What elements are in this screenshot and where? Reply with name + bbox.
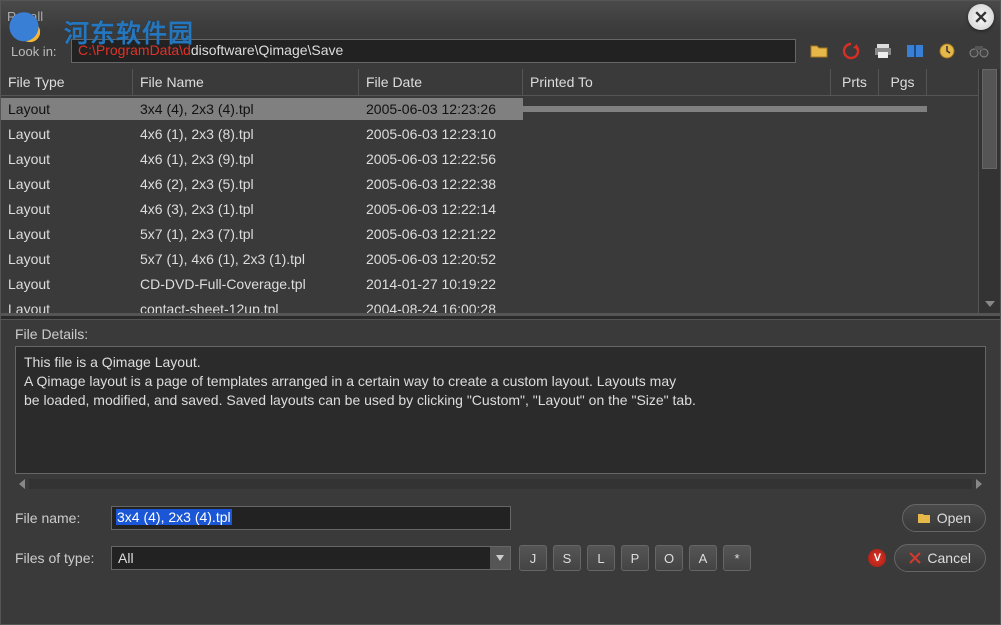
clock-icon[interactable] bbox=[936, 40, 958, 62]
file-details-label: File Details: bbox=[15, 326, 986, 342]
table-row[interactable]: Layout4x6 (1), 2x3 (8).tpl2005-06-03 12:… bbox=[1, 121, 978, 146]
table-row[interactable]: Layout3x4 (4), 2x3 (4).tpl2005-06-03 12:… bbox=[1, 96, 978, 121]
dropdown-icon bbox=[490, 547, 510, 569]
col-pgs[interactable]: Pgs bbox=[879, 69, 927, 95]
col-prts[interactable]: Prts bbox=[831, 69, 879, 95]
filter-letter-l[interactable]: L bbox=[587, 545, 615, 571]
cancel-x-icon bbox=[909, 552, 921, 564]
filter-letter-p[interactable]: P bbox=[621, 545, 649, 571]
col-file-name[interactable]: File Name bbox=[133, 69, 359, 95]
filter-letter-o[interactable]: O bbox=[655, 545, 683, 571]
filter-letter-a[interactable]: A bbox=[689, 545, 717, 571]
table-row[interactable]: Layout4x6 (1), 2x3 (9).tpl2005-06-03 12:… bbox=[1, 146, 978, 171]
filter-letter-j[interactable]: J bbox=[519, 545, 547, 571]
table-row[interactable]: LayoutCD-DVD-Full-Coverage.tpl2014-01-27… bbox=[1, 271, 978, 296]
filter-letter-s[interactable]: S bbox=[553, 545, 581, 571]
col-file-type[interactable]: File Type bbox=[1, 69, 133, 95]
filter-letter-star[interactable]: * bbox=[723, 545, 751, 571]
folder-icon[interactable] bbox=[808, 40, 830, 62]
file-grid[interactable]: File Type File Name File Date Printed To… bbox=[1, 69, 978, 313]
filename-input[interactable]: 3x4 (4), 2x3 (4).tpl bbox=[111, 506, 511, 530]
folder-open-icon bbox=[917, 512, 931, 524]
table-row[interactable]: Layoutcontact-sheet-12up.tpl2004-08-24 1… bbox=[1, 296, 978, 313]
table-row[interactable]: Layout4x6 (3), 2x3 (1).tpl2005-06-03 12:… bbox=[1, 196, 978, 221]
v-badge[interactable]: V bbox=[868, 549, 886, 567]
file-details-box: This file is a Qimage Layout. A Qimage l… bbox=[15, 346, 986, 474]
table-row[interactable]: Layout4x6 (2), 2x3 (5).tpl2005-06-03 12:… bbox=[1, 171, 978, 196]
cancel-button[interactable]: Cancel bbox=[894, 544, 986, 572]
close-button[interactable] bbox=[968, 4, 994, 30]
grid-header[interactable]: File Type File Name File Date Printed To… bbox=[1, 69, 978, 96]
open-button[interactable]: Open bbox=[902, 504, 986, 532]
path-input[interactable]: C:\ProgramData\ddisoftware\Qimage\Save bbox=[71, 39, 796, 63]
refresh-icon[interactable] bbox=[840, 40, 862, 62]
lookin-label: Look in: bbox=[11, 44, 65, 59]
table-row[interactable]: Layout5x7 (1), 4x6 (1), 2x3 (1).tpl2005-… bbox=[1, 246, 978, 271]
details-horizontal-scrollbar[interactable] bbox=[15, 476, 986, 492]
col-printed-to[interactable]: Printed To bbox=[523, 69, 831, 95]
filetype-label: Files of type: bbox=[15, 550, 103, 566]
close-icon bbox=[975, 11, 987, 23]
print-icon[interactable] bbox=[872, 40, 894, 62]
col-file-date[interactable]: File Date bbox=[359, 69, 523, 95]
book-icon[interactable] bbox=[904, 40, 926, 62]
filetype-select[interactable]: All bbox=[111, 546, 511, 570]
dialog-title: Recall bbox=[7, 9, 43, 24]
table-row[interactable]: Layout5x7 (1), 2x3 (7).tpl2005-06-03 12:… bbox=[1, 221, 978, 246]
binoculars-icon[interactable] bbox=[968, 40, 990, 62]
grid-vertical-scrollbar[interactable] bbox=[978, 69, 1000, 313]
filename-label: File name: bbox=[15, 510, 103, 526]
